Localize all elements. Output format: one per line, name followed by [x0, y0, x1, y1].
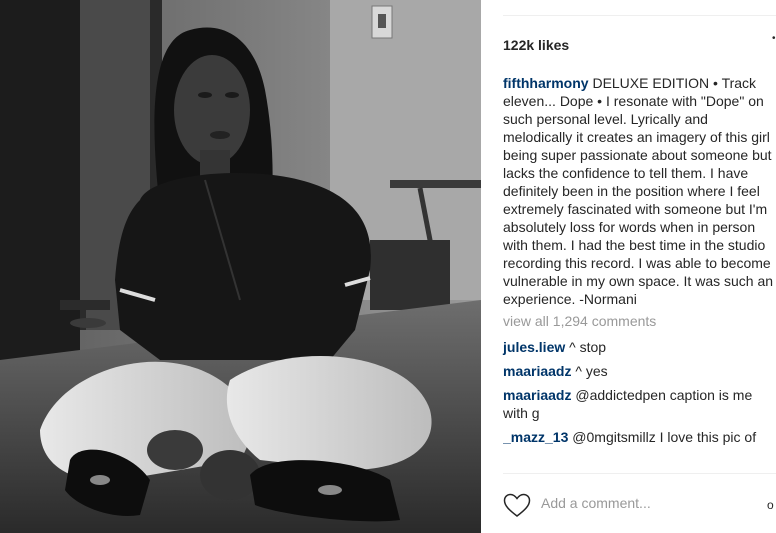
divider: [503, 15, 776, 16]
comment-item: jules.liew ^ stop: [503, 338, 775, 356]
view-all-comments-link[interactable]: view all 1,294 comments: [503, 312, 775, 330]
comments-list: fifthharmony DELUXE EDITION • Track elev…: [503, 74, 775, 452]
post-photo[interactable]: [0, 0, 481, 533]
divider: [503, 473, 776, 474]
caption-text: DELUXE EDITION • Track eleven... Dope • …: [503, 75, 774, 307]
comment-item: _mazz_13 @0mgitsmillz I love this pic of: [503, 428, 775, 446]
comment-text: @0mgitsmillz I love this pic of: [568, 429, 757, 445]
comment-text: ^ yes: [571, 363, 608, 379]
likes-count[interactable]: 122k likes: [503, 37, 569, 53]
comment-username[interactable]: _mazz_13: [503, 429, 568, 445]
comment-username[interactable]: maariaadz: [503, 363, 571, 379]
heart-icon[interactable]: [503, 493, 531, 518]
comment-username[interactable]: jules.liew: [503, 339, 565, 355]
post-caption: fifthharmony DELUXE EDITION • Track elev…: [503, 74, 775, 308]
more-options-icon[interactable]: •: [772, 34, 776, 44]
comment-text: ^ stop: [565, 339, 607, 355]
photo-image: [0, 0, 481, 533]
add-comment-input[interactable]: [541, 495, 741, 511]
comment-item: maariaadz @addictedpen caption is me wit…: [503, 386, 775, 422]
more-options-dot[interactable]: o: [767, 498, 774, 512]
comment-username[interactable]: maariaadz: [503, 387, 571, 403]
comment-item: maariaadz ^ yes: [503, 362, 775, 380]
post-info-panel: • 122k likes fifthharmony DELUXE EDITION…: [481, 0, 776, 533]
caption-username[interactable]: fifthharmony: [503, 75, 589, 91]
